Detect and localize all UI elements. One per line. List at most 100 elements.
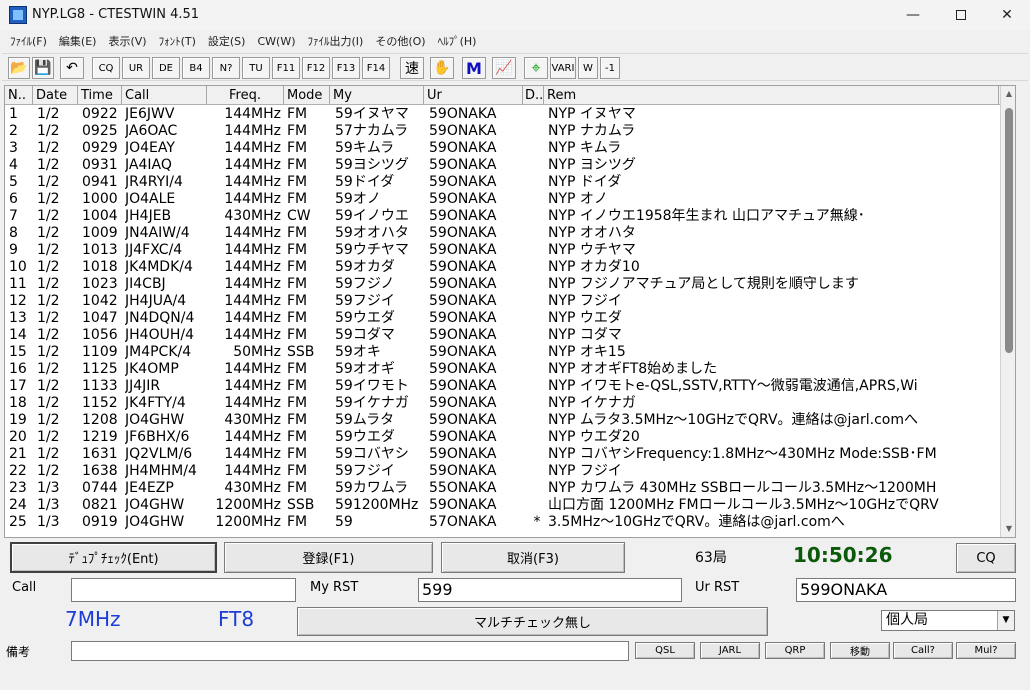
scroll-thumb[interactable] <box>1005 108 1013 353</box>
menu-help[interactable]: ﾍﾙﾌﾟ(H) <box>432 33 483 49</box>
tu-button[interactable]: TU <box>242 57 270 79</box>
de-button[interactable]: DE <box>152 57 180 79</box>
table-row[interactable]: 25 1/3 0919 JO4GHW 1200MHz FM 59 57ONAKA * 3.5MHz… <box>5 514 1000 531</box>
table-row[interactable]: 13 1/2 1047 JN4DQN/4 144MHz FM 59ウエダ 59ONAKA NYP… <box>5 310 1000 327</box>
ur-rst-input[interactable]: 599ONAKA <box>796 578 1016 602</box>
table-row[interactable]: 3 1/2 0929 JO4EAY 144MHz FM 59キムラ 59ONAKA NYP キム… <box>5 140 1000 157</box>
table-row[interactable]: 15 1/2 1109 JM4PCK/4 50MHz SSB 59オキ 59ONAKA NYP … <box>5 344 1000 361</box>
cq-button[interactable]: CQ <box>92 57 120 79</box>
menu-edit[interactable]: 編集(E) <box>53 33 103 49</box>
f14-button[interactable]: F14 <box>362 57 390 79</box>
vari-button[interactable]: VARI <box>550 57 576 79</box>
table-row[interactable]: 22 1/2 1638 JH4MHM/4 144MHz FM 59フジイ 59ONAKA NYP… <box>5 463 1000 480</box>
qsl-button[interactable]: QSL <box>635 642 695 659</box>
call-query-button[interactable]: Call? <box>893 642 953 659</box>
m-button[interactable]: M <box>462 57 486 79</box>
call-input[interactable] <box>71 578 296 602</box>
hand-icon[interactable]: ✋ <box>430 57 454 79</box>
table-row[interactable]: 19 1/2 1208 JO4GHW 430MHz FM 59ムラタ 59ONAKA NYP ム… <box>5 412 1000 429</box>
menu-other[interactable]: その他(O) <box>369 33 431 49</box>
qso-log-grid[interactable]: N.. Date Time Call Freq. Mode My Ur D.. … <box>4 85 1016 538</box>
band-display[interactable]: 7MHz <box>65 607 121 631</box>
col-freq[interactable]: Freq. <box>207 86 284 105</box>
table-row[interactable]: 21 1/2 1631 JQ2VLM/6 144MHz FM 59コバヤシ 59ONAKA NY… <box>5 446 1000 463</box>
menu-cw[interactable]: CW(W) <box>251 35 301 48</box>
cell-mode: FM <box>287 395 308 411</box>
cell-call: JM4PCK/4 <box>125 344 192 360</box>
menu-settings[interactable]: 設定(S) <box>202 33 252 49</box>
table-row[interactable]: 2 1/2 0925 JA6OAC 144MHz FM 57ナカムラ 59ONAKA NYP ナ… <box>5 123 1000 140</box>
jarl-button[interactable]: JARL <box>700 642 760 659</box>
f12-button[interactable]: F12 <box>302 57 330 79</box>
menu-file[interactable]: ﾌｧｲﾙ(F) <box>4 33 53 49</box>
table-row[interactable]: 5 1/2 0941 JR4RYI/4 144MHz FM 59ドイダ 59ONAKA NYP … <box>5 174 1000 191</box>
chevron-down-icon[interactable]: ▼ <box>997 611 1014 630</box>
undo-icon[interactable]: ↶ <box>60 57 84 79</box>
chart-icon[interactable]: 📈 <box>492 57 516 79</box>
f13-button[interactable]: F13 <box>332 57 360 79</box>
menu-font[interactable]: ﾌｫﾝﾄ(T) <box>153 33 202 49</box>
table-row[interactable]: 1 1/2 0922 JE6JWV 144MHz FM 59イヌヤマ 59ONAKA NYP イ… <box>5 106 1000 123</box>
speed-button[interactable]: 速 <box>400 57 424 79</box>
table-row[interactable]: 16 1/2 1125 JK4OMP 144MHz FM 59オオギ 59ONAKA NYP オ… <box>5 361 1000 378</box>
col-dupe[interactable]: D.. <box>523 86 544 105</box>
table-row[interactable]: 11 1/2 1023 JI4CBJ 144MHz FM 59フジノ 59ONAKA NYP フ… <box>5 276 1000 293</box>
table-row[interactable]: 23 1/3 0744 JE4EZP 430MHz FM 59カワムラ 55ONAKA NYP … <box>5 480 1000 497</box>
qrp-button[interactable]: QRP <box>765 642 825 659</box>
multi-check-button[interactable]: マルチチェック無し <box>297 607 768 636</box>
w-button[interactable]: W <box>578 57 598 79</box>
col-no[interactable]: N.. <box>5 86 33 105</box>
ur-button[interactable]: UR <box>122 57 150 79</box>
b4-button[interactable]: B4 <box>182 57 210 79</box>
folder-open-icon[interactable]: 📂 <box>8 57 30 79</box>
cell-time: 1109 <box>82 344 118 360</box>
table-row[interactable]: 9 1/2 1013 JJ4FXC/4 144MHz FM 59ウチヤマ 59ONAKA NYP… <box>5 242 1000 259</box>
register-button[interactable]: 登録(F1) <box>224 542 433 573</box>
minimize-button[interactable]: — <box>890 0 936 30</box>
remarks-input[interactable] <box>71 641 629 661</box>
col-my[interactable]: My <box>330 86 424 105</box>
table-row[interactable]: 24 1/3 0821 JO4GHW 1200MHz SSB 591200MHz 59ONAK… <box>5 497 1000 514</box>
f11-button[interactable]: F11 <box>272 57 300 79</box>
maximize-button[interactable] <box>938 0 984 30</box>
cell-rem: NYP オオハタ <box>548 225 636 241</box>
floppy-icon[interactable]: 💾 <box>32 57 54 79</box>
mode-display[interactable]: FT8 <box>218 607 254 631</box>
cell-mode: FM <box>287 225 308 241</box>
mul-query-button[interactable]: Mul? <box>956 642 1016 659</box>
table-row[interactable]: 4 1/2 0931 JA4IAQ 144MHz FM 59ヨシツグ 59ONAKA NYP ヨ… <box>5 157 1000 174</box>
menu-file-output[interactable]: ﾌｧｲﾙ出力(I) <box>302 33 370 49</box>
portable-button[interactable]: 移動 <box>830 642 890 659</box>
menu-view[interactable]: 表示(V) <box>102 33 152 49</box>
scroll-down-icon[interactable]: ▼ <box>1001 521 1015 537</box>
cancel-button[interactable]: 取消(F3) <box>441 542 625 573</box>
cq-mode-button[interactable]: CQ <box>956 543 1016 573</box>
table-row[interactable]: 7 1/2 1004 JH4JEB 430MHz CW 59イノウエ 59ONAKA NYP イ… <box>5 208 1000 225</box>
table-row[interactable]: 17 1/2 1133 JJ4JIR 144MHz FM 59イワモト 59ONAKA NYP … <box>5 378 1000 395</box>
col-time[interactable]: Time <box>78 86 122 105</box>
table-row[interactable]: 12 1/2 1042 JH4JUA/4 144MHz FM 59フジイ 59ONAKA NYP… <box>5 293 1000 310</box>
minus-one-button[interactable]: -1 <box>600 57 620 79</box>
col-date[interactable]: Date <box>33 86 78 105</box>
nr-query-button[interactable]: N? <box>212 57 240 79</box>
table-row[interactable]: 14 1/2 1056 JH4OUH/4 144MHz FM 59コダマ 59ONAKA NYP… <box>5 327 1000 344</box>
close-button[interactable]: ✕ <box>984 0 1030 30</box>
my-rst-input[interactable]: 599 <box>418 578 682 602</box>
station-type-select[interactable]: 個人局 ▼ <box>881 610 1015 631</box>
table-row[interactable]: 18 1/2 1152 JK4FTY/4 144MHz FM 59イケナガ 59ONAKA NY… <box>5 395 1000 412</box>
table-row[interactable]: 6 1/2 1000 JO4ALE 144MHz FM 59オノ 59ONAKA NYP オノ <box>5 191 1000 208</box>
dupe-check-button[interactable]: ﾃﾞｭﾌﾟﾁｪｯｸ(Ent) <box>10 542 217 573</box>
cell-ur: 59ONAKA <box>429 106 497 122</box>
cell-dupe: * <box>533 514 541 530</box>
table-row[interactable]: 8 1/2 1009 JN4AIW/4 144MHz FM 59オオハタ 59ONAKA NYP… <box>5 225 1000 242</box>
col-rem[interactable]: Rem <box>544 86 999 105</box>
table-row[interactable]: 20 1/2 1219 JF6BHX/6 144MHz FM 59ウエダ 59ONAKA NYP… <box>5 429 1000 446</box>
target-icon[interactable]: ⌖ <box>524 57 548 79</box>
cell-my: 59イワモト <box>335 378 409 394</box>
scroll-up-icon[interactable]: ▲ <box>1001 86 1015 102</box>
col-ur[interactable]: Ur <box>424 86 523 105</box>
vertical-scrollbar[interactable]: ▲ ▼ <box>1000 86 1015 537</box>
col-mode[interactable]: Mode <box>284 86 330 105</box>
table-row[interactable]: 10 1/2 1018 JK4MDK/4 144MHz FM 59オカダ 59ONAKA NYP… <box>5 259 1000 276</box>
col-call[interactable]: Call <box>122 86 207 105</box>
